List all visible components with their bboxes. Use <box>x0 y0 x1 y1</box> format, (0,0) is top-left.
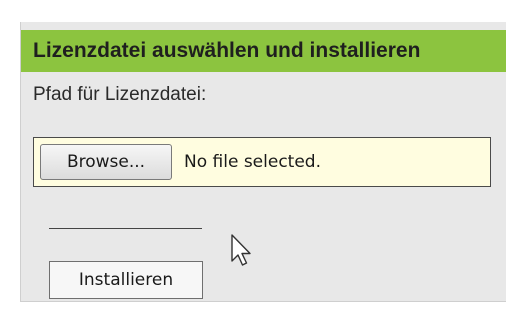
panel-header: Lizenzdatei auswählen und installieren <box>21 30 506 72</box>
license-path-label: Pfad für Lizenzdatei: <box>33 84 207 105</box>
install-button[interactable]: Installieren <box>49 261 203 299</box>
license-file-input[interactable]: Browse... No file selected. <box>33 137 491 187</box>
mouse-pointer-icon <box>231 234 251 266</box>
browse-button[interactable]: Browse... <box>40 144 172 180</box>
file-status-text: No file selected. <box>184 152 321 172</box>
divider-line <box>49 228 202 229</box>
license-panel: Lizenzdatei auswählen und installieren P… <box>20 22 506 302</box>
